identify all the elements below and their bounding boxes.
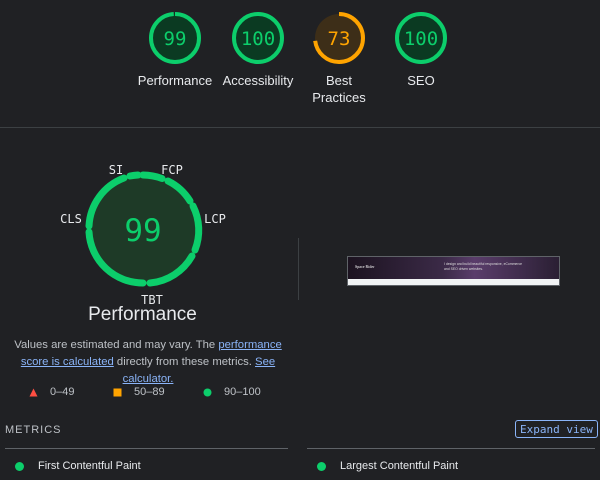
note-text: Values are estimated and may vary. The [14,339,219,351]
circle-icon [203,388,212,396]
metric-fcp[interactable]: First Contentful Paint [15,460,141,472]
metric-fcp-label: First Contentful Paint [38,460,141,472]
performance-main-score: 99 [124,213,161,249]
legend-pass: 90–100 [203,386,261,398]
metric-label-lcp: LCP [204,212,226,226]
screenshot-tagline: I design and build beautiful responsive,… [444,262,523,271]
metric-label-si: SI [109,163,123,177]
legend-pass-range: 90–100 [224,386,261,398]
metrics-divider-left [5,448,288,449]
best-practices-label: Best Practices [312,73,366,105]
performance-gauge: 99 [149,12,201,64]
best-practices-gauge: 73 [313,12,365,64]
screenshot-content-strip [348,279,559,285]
pass-circle-icon [317,461,326,471]
seo-label: SEO [407,73,435,88]
expand-view-button[interactable]: Expand view [515,420,598,438]
metric-lcp[interactable]: Largest Contentful Paint [317,460,458,472]
best-practices-score: 73 [328,28,351,50]
legend-average: 50–89 [113,386,165,398]
square-icon [113,388,122,396]
note-text-middle: directly from these metrics. [113,356,256,368]
category-scores: 99 Performance 100 Accessibility 73 Best… [0,0,600,128]
vertical-divider [298,238,299,300]
metric-lcp-label: Largest Contentful Paint [340,460,459,472]
triangle-icon [29,388,38,396]
metric-label-fcp: FCP [161,163,183,177]
metrics-divider-right [307,448,595,449]
score-note: Values are estimated and may vary. The p… [8,337,288,388]
legend-average-range: 50–89 [134,386,165,398]
score-legend: 0–49 50–89 90–100 [0,386,300,402]
score-seo[interactable]: 100 SEO [366,10,476,89]
seo-gauge: 100 [395,12,447,64]
metric-label-cls: CLS [60,212,82,226]
performance-metrics-gauge: 99 SI FCP CLS LCP TBT [60,163,226,307]
legend-fail-range: 0–49 [50,386,75,398]
screenshot-brand: Space Rider [355,264,375,269]
performance-section: 99 SI FCP CLS LCP TBT Performance Values… [0,128,300,428]
accessibility-gauge: 100 [232,12,284,64]
seo-score: 100 [404,28,438,50]
accessibility-score: 100 [241,28,275,50]
final-screenshot[interactable]: Space Rider I design and build beautiful… [347,256,560,286]
performance-score: 99 [164,28,187,50]
pass-circle-icon [15,461,24,471]
performance-title: Performance [88,304,197,325]
metrics-heading: METRICS [5,424,62,436]
legend-fail: 0–49 [29,386,74,398]
